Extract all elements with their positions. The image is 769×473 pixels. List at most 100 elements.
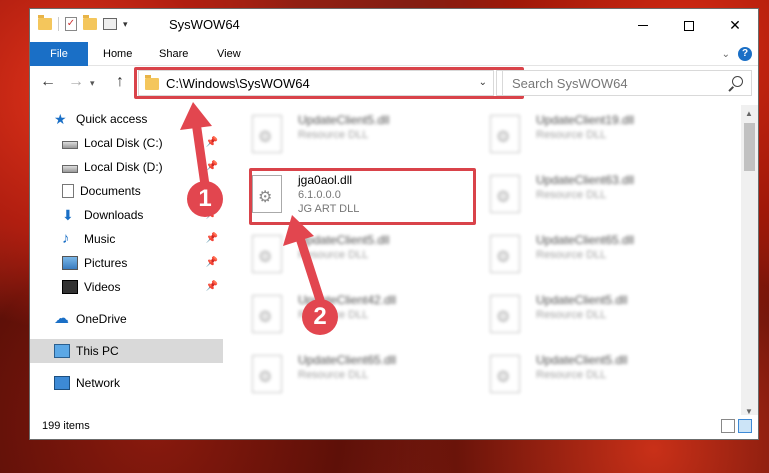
view-toggle	[721, 419, 752, 433]
dll-file-icon	[490, 235, 520, 273]
folder-icon	[38, 15, 52, 30]
computer-icon	[54, 344, 70, 358]
vertical-scrollbar[interactable]: ▲ ▼	[741, 105, 758, 418]
sidebar-item-pictures[interactable]: Pictures 📌	[62, 251, 223, 275]
drive-icon	[62, 140, 78, 149]
dll-file-icon	[252, 115, 282, 153]
address-folder-icon	[145, 75, 159, 90]
pin-icon: 📌	[205, 257, 218, 268]
sidebar-item-label: Pictures	[84, 256, 128, 270]
dll-file-icon	[490, 295, 520, 333]
file-item[interactable]: UpdateClient19.dll Resource DLL	[478, 107, 708, 159]
search-box[interactable]: Search SysWOW64	[502, 70, 752, 96]
recent-locations-icon[interactable]: ▾	[90, 78, 95, 89]
music-icon: ♪	[62, 230, 70, 247]
dll-file-icon	[252, 295, 282, 333]
file-list: UpdateClient5.dll Resource DLL UpdateCli…	[240, 105, 736, 407]
sidebar-item-label: Local Disk (C:)	[84, 136, 163, 150]
file-name: UpdateClient65.dll	[298, 353, 397, 367]
tiles-view-icon[interactable]	[738, 419, 752, 433]
tab-home[interactable]: Home	[90, 42, 145, 66]
dll-file-icon	[252, 235, 282, 273]
scroll-up-icon[interactable]: ▲	[745, 109, 753, 118]
file-item[interactable]: UpdateClient65.dll Resource DLL	[478, 227, 708, 279]
file-item[interactable]: UpdateClient42.dll Resource DLL	[240, 287, 470, 339]
sidebar-item-local-disk-d[interactable]: Local Disk (D:) 📌	[62, 155, 223, 179]
file-item[interactable]: UpdateClient5.dll Resource DLL	[478, 347, 708, 399]
new-folder-icon[interactable]	[83, 15, 97, 30]
scroll-thumb[interactable]	[744, 123, 755, 171]
address-dropdown-icon[interactable]: ⌄	[479, 77, 487, 88]
sidebar-item-this-pc[interactable]: This PC	[30, 339, 223, 363]
file-description: Resource DLL	[536, 309, 607, 321]
sidebar-item-label: This PC	[76, 344, 119, 358]
file-description: Resource DLL	[536, 189, 607, 201]
file-item[interactable]: UpdateClient5.dll Resource DLL	[240, 227, 470, 279]
minimize-button[interactable]	[620, 9, 666, 42]
cloud-icon: ☁	[54, 310, 69, 327]
file-name: jga0aol.dll	[298, 173, 353, 187]
sidebar-item-label: Music	[84, 232, 116, 246]
tab-view[interactable]: View	[204, 42, 254, 66]
step-badge-1: 1	[187, 181, 223, 217]
sidebar-item-music[interactable]: ♪ Music 📌	[62, 227, 223, 251]
dll-file-icon	[252, 355, 282, 393]
file-description: Resource DLL	[536, 129, 607, 141]
sidebar-item-local-disk-c[interactable]: Local Disk (C:) 📌	[62, 131, 223, 155]
minimize-icon	[638, 25, 648, 26]
toolbar-separator	[58, 17, 59, 31]
file-description: JG ART DLL	[298, 203, 360, 215]
file-item[interactable]: UpdateClient5.dll Resource DLL	[478, 287, 708, 339]
dll-file-icon	[490, 175, 520, 213]
pin-icon: 📌	[205, 161, 218, 172]
sidebar-item-network[interactable]: Network	[54, 371, 223, 395]
file-name: UpdateClient63.dll	[536, 173, 635, 187]
status-bar: 199 items	[30, 415, 758, 439]
address-path[interactable]: C:\Windows\SysWOW64	[166, 76, 310, 91]
documents-icon	[62, 184, 74, 198]
close-button[interactable]: ✕	[712, 9, 758, 42]
sidebar-item-label: Local Disk (D:)	[84, 160, 163, 174]
pin-icon: 📌	[205, 281, 218, 292]
drive-icon	[62, 164, 78, 173]
address-bar[interactable]: C:\Windows\SysWOW64 ⌄	[138, 70, 494, 96]
details-view-icon[interactable]	[721, 419, 735, 433]
file-description: Resource DLL	[298, 129, 369, 141]
file-item[interactable]: UpdateClient63.dll Resource DLL	[478, 167, 708, 219]
explorer-window: ✓ ▾ SysWOW64 ✕ File Home Share View ⌄ ? …	[29, 8, 759, 440]
tab-file[interactable]: File	[30, 42, 88, 66]
maximize-icon	[684, 20, 694, 31]
sidebar-item-label: OneDrive	[76, 312, 127, 326]
back-arrow-icon[interactable]: ←	[40, 73, 56, 91]
tab-share[interactable]: Share	[146, 42, 201, 66]
file-name: UpdateClient19.dll	[536, 113, 635, 127]
item-count: 199 items	[42, 420, 90, 432]
forward-arrow-icon[interactable]: →	[68, 73, 84, 91]
help-icon[interactable]: ?	[738, 47, 752, 61]
properties-icon[interactable]: ✓	[65, 17, 77, 31]
download-icon: ⬇	[62, 207, 74, 223]
file-item-jga0aol[interactable]: jga0aol.dll 6.1.0.0.0 JG ART DLL	[240, 167, 470, 219]
sidebar-item-onedrive[interactable]: ☁ OneDrive	[54, 307, 223, 331]
sidebar-item-label: Quick access	[76, 112, 148, 126]
sidebar-item-label: Network	[76, 376, 121, 390]
up-arrow-icon[interactable]: ↑	[116, 73, 124, 91]
file-description: Resource DLL	[298, 369, 369, 381]
file-name: UpdateClient5.dll	[536, 353, 628, 367]
maximize-button[interactable]	[666, 9, 712, 42]
search-icon	[732, 76, 743, 87]
expand-ribbon-icon[interactable]: ⌄	[722, 49, 730, 60]
window-title: SysWOW64	[169, 17, 240, 32]
sidebar-item-label: Videos	[84, 280, 121, 294]
file-item[interactable]: UpdateClient65.dll Resource DLL	[240, 347, 470, 399]
file-name: UpdateClient5.dll	[298, 233, 390, 247]
file-name: UpdateClient5.dll	[536, 293, 628, 307]
sidebar-item-videos[interactable]: Videos 📌	[62, 275, 223, 299]
search-input[interactable]: Search SysWOW64	[512, 76, 628, 91]
customize-icon[interactable]	[103, 18, 117, 30]
sidebar-item-quick-access[interactable]: ★ Quick access	[54, 107, 223, 131]
file-name: UpdateClient65.dll	[536, 233, 635, 247]
file-description: Resource DLL	[536, 369, 607, 381]
qa-dropdown-icon[interactable]: ▾	[123, 19, 128, 30]
file-item[interactable]: UpdateClient5.dll Resource DLL	[240, 107, 470, 159]
